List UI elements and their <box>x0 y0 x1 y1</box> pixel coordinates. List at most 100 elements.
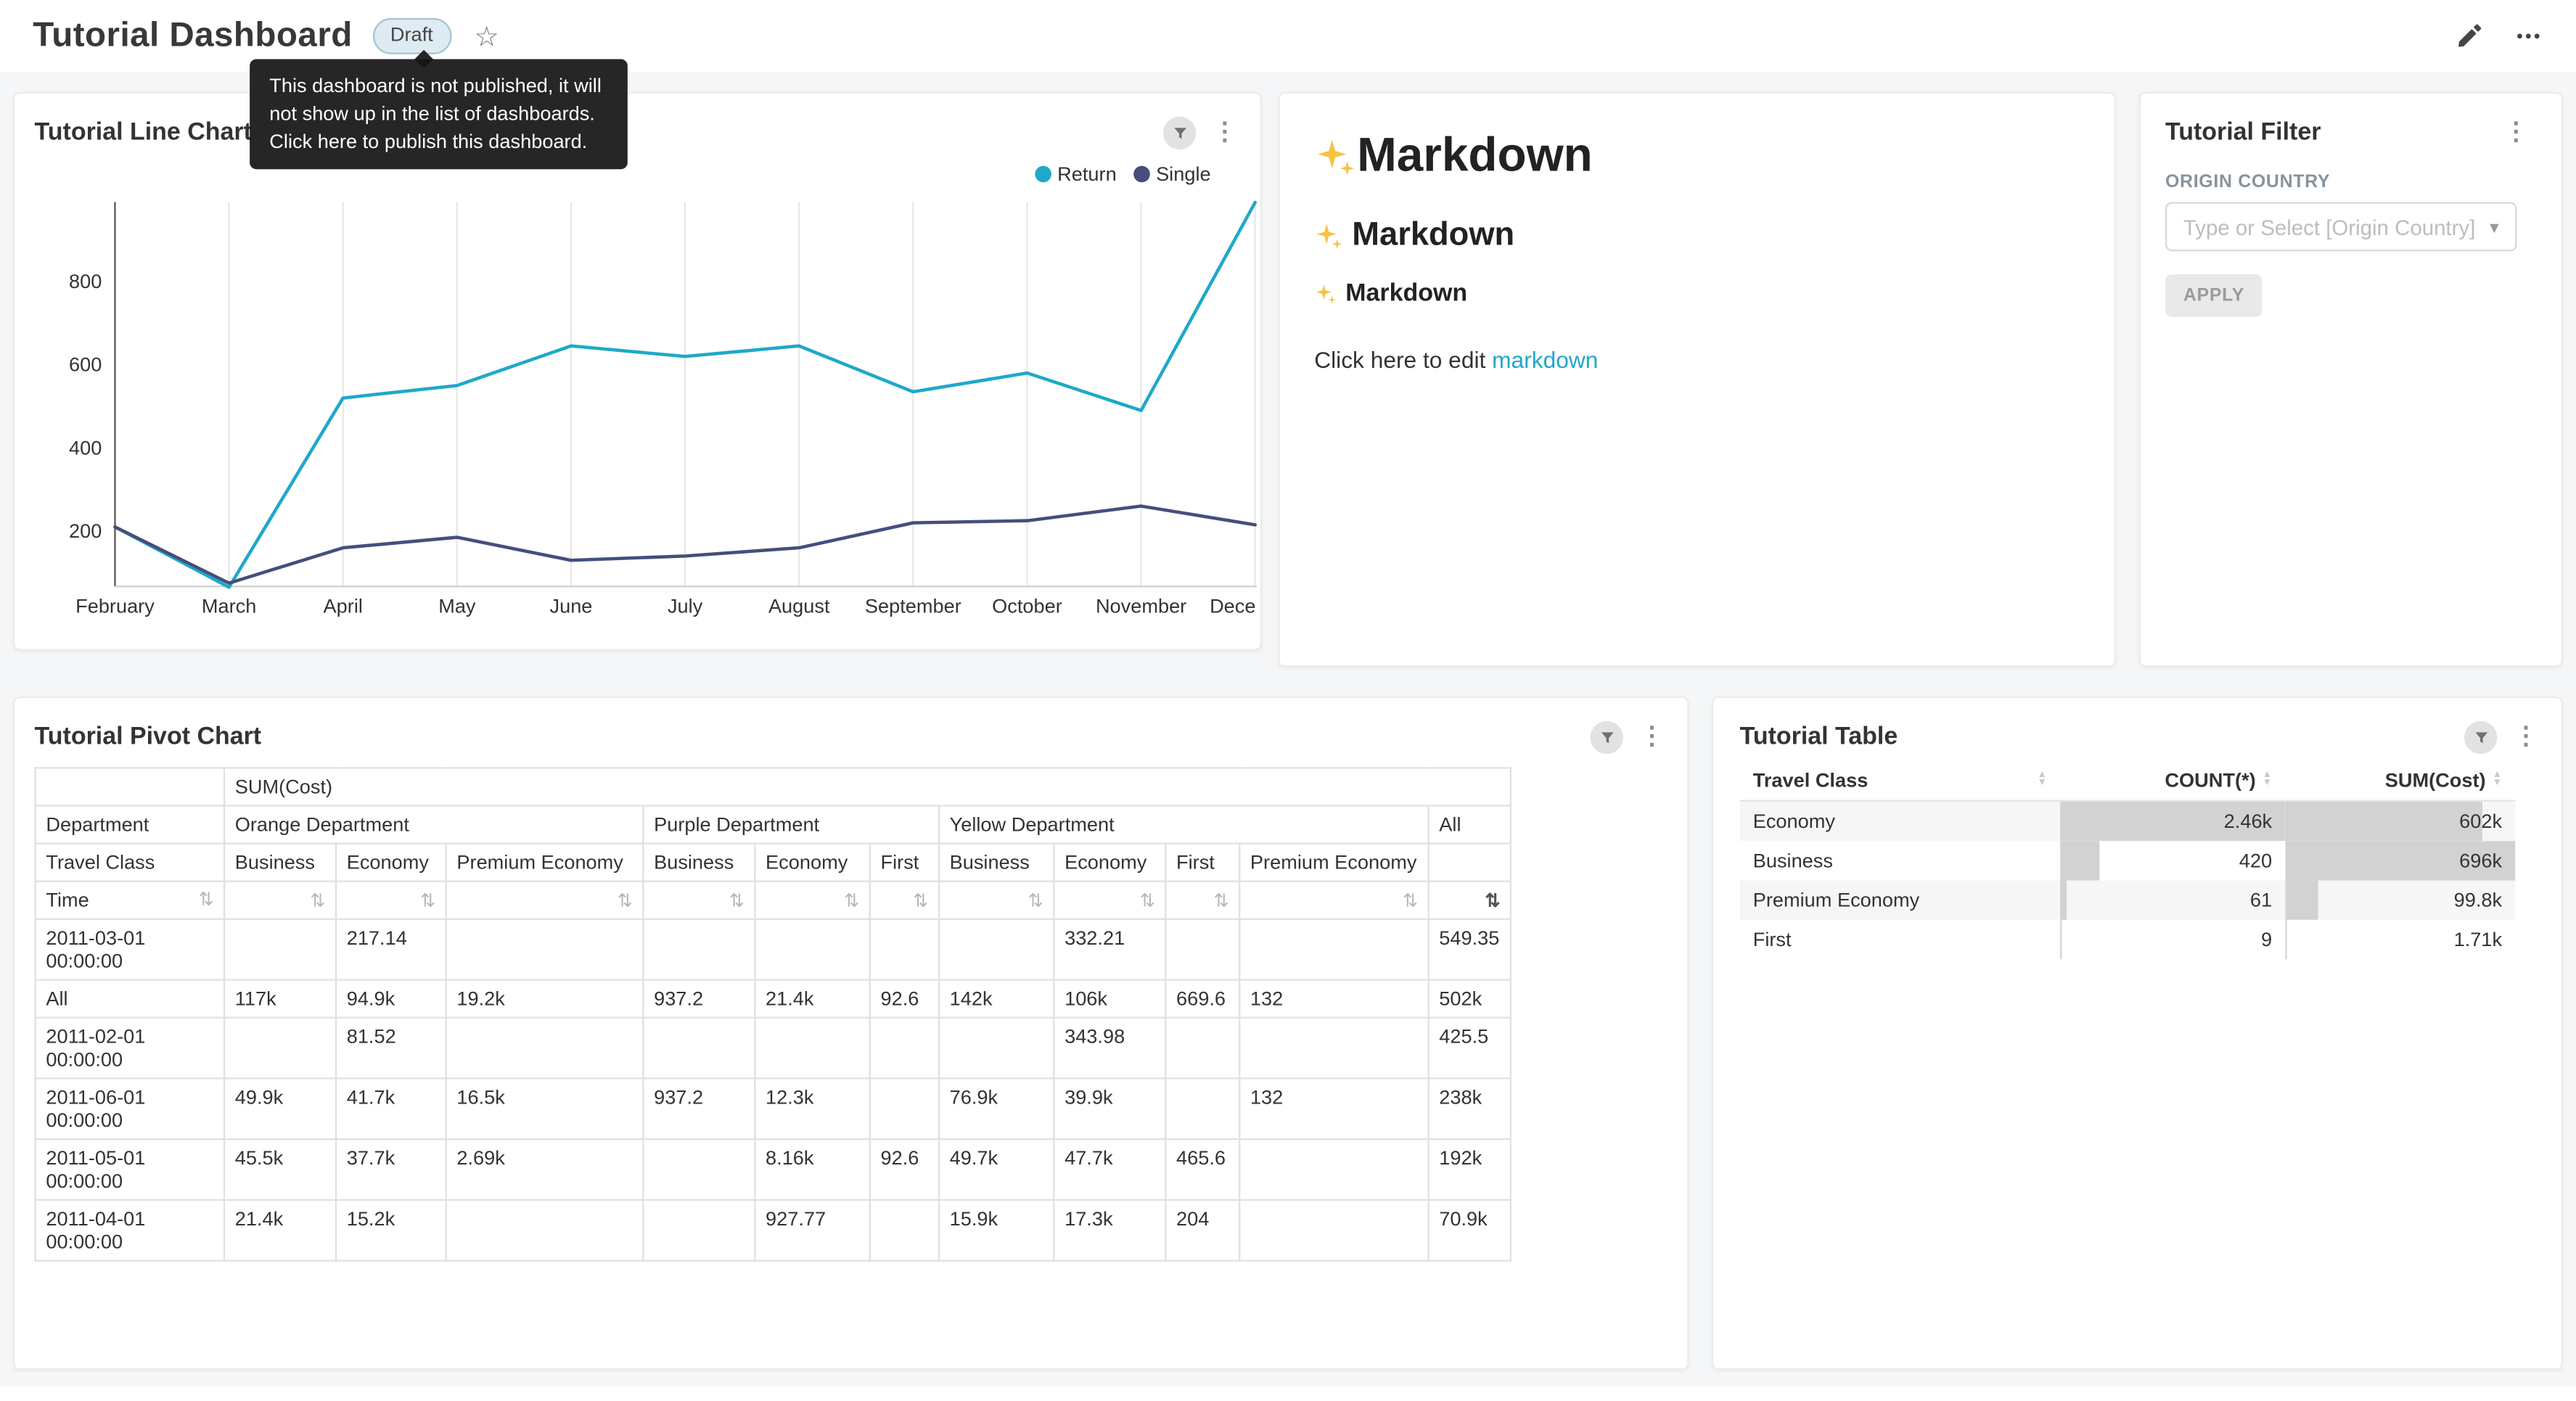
sort-arrows-icon[interactable]: ⇅ <box>1028 892 1043 911</box>
svg-text:February: February <box>75 594 155 617</box>
pivot-cell: 21.4k <box>755 979 869 1017</box>
svg-text:200: 200 <box>69 519 102 542</box>
draft-badge[interactable]: Draft <box>372 18 451 54</box>
sort-arrows-icon[interactable]: ⇅ <box>729 892 745 911</box>
data-table: Travel Class▲▼COUNT(*)▲▼SUM(Cost)▲▼Econo… <box>1740 760 2516 959</box>
count-value-bar <box>2060 841 2099 880</box>
pivot-cell: 41.7k <box>336 1078 446 1139</box>
count-cell: 61 <box>2060 881 2285 920</box>
pivot-cell: 8.16k <box>755 1139 869 1200</box>
pivot-col-dim2-label: Travel Class <box>36 844 224 882</box>
table-row: First91.71k <box>1740 920 2516 959</box>
sum-cell: 696k <box>2285 841 2515 880</box>
pivot-sort-cell: ⇅ <box>870 882 939 919</box>
filter-funnel-icon[interactable] <box>1163 117 1196 149</box>
pivot-row-label: 2011-02-01 00:00:00 <box>36 1018 224 1079</box>
pivot-cell <box>939 919 1054 980</box>
legend-item[interactable]: Return <box>1034 163 1116 186</box>
pivot-cell: 15.2k <box>336 1200 446 1261</box>
pivot-row-label: 2011-05-01 00:00:00 <box>36 1139 224 1200</box>
markdown-heading-1: Markdown <box>1314 130 2081 184</box>
line-chart: 200400600800FebruaryMarchAprilMayJuneJul… <box>25 160 1257 636</box>
pivot-cell: 132 <box>1239 979 1428 1017</box>
pivot-cell: 502k <box>1429 979 1511 1017</box>
pivot-class-header: Business <box>939 844 1054 882</box>
sum-value-bar <box>2285 881 2317 920</box>
column-header-count[interactable]: COUNT(*)▲▼ <box>2060 760 2285 800</box>
chart-legend: Return Single <box>1034 163 1210 186</box>
filter-funnel-icon[interactable] <box>2464 721 2497 754</box>
pivot-cell: 76.9k <box>939 1078 1054 1139</box>
pivot-cell <box>870 919 939 980</box>
pivot-row: 2011-04-01 00:00:0021.4k15.2k927.7715.9k… <box>36 1200 1511 1261</box>
sort-arrows-icon[interactable]: ⇅ <box>913 892 928 911</box>
pivot-group-header: Yellow Department <box>939 806 1429 844</box>
apply-button[interactable]: APPLY <box>2165 274 2263 317</box>
sort-arrows-icon[interactable]: ⇅ <box>844 892 859 911</box>
pivot-cell: 204 <box>1165 1200 1239 1261</box>
kebab-menu-icon[interactable]: ⋮ <box>1640 721 1665 754</box>
pivot-cell <box>643 919 755 980</box>
ellipsis-menu-icon[interactable] <box>2514 21 2543 51</box>
pivot-cell: 19.2k <box>446 979 644 1017</box>
pivot-class-header: Economy <box>755 844 869 882</box>
card-header: Tutorial Filter ⋮ <box>2141 94 2561 149</box>
pivot-cell <box>1239 919 1428 980</box>
sort-arrows-icon[interactable]: ⇅ <box>310 892 325 911</box>
column-header-sum[interactable]: SUM(Cost)▲▼ <box>2285 760 2515 800</box>
edit-pencil-icon[interactable] <box>2454 21 2484 51</box>
pivot-cell: 16.5k <box>446 1078 644 1139</box>
table-row: Economy2.46k602k <box>1740 801 2516 841</box>
markdown-heading-3: Markdown <box>1314 280 2081 308</box>
filter-funnel-icon[interactable] <box>1591 721 1623 754</box>
pivot-sort-cell: ⇅ <box>643 882 755 919</box>
pivot-blank-cell <box>36 768 224 805</box>
pivot-row: 2011-05-01 00:00:0045.5k37.7k2.69k8.16k9… <box>36 1139 1511 1200</box>
pivot-cell: 117k <box>224 979 336 1017</box>
pivot-sort-cell: ⇅ <box>1165 882 1239 919</box>
kebab-menu-icon[interactable]: ⋮ <box>1213 117 1237 149</box>
travel-class-cell: Premium Economy <box>1740 881 2060 920</box>
markdown-footer: Click here to edit markdown <box>1314 347 2081 373</box>
sparkles-icon <box>1314 136 1357 178</box>
sort-arrows-icon[interactable]: ⇅ <box>1214 892 1229 911</box>
pivot-group-header: Orange Department <box>224 806 643 844</box>
line-chart-card: Tutorial Line Chart ⋮ ReturnSingle 20040… <box>13 92 1262 651</box>
svg-text:March: March <box>202 594 256 617</box>
pivot-chart-card: Tutorial Pivot Chart ⋮ SUM(Cost)Departme… <box>13 697 1689 1370</box>
kebab-menu-icon[interactable]: ⋮ <box>2514 721 2538 754</box>
sort-arrows-icon[interactable]: ⇅ <box>1485 892 1501 911</box>
markdown-edit-link[interactable]: markdown <box>1492 347 1598 373</box>
pivot-cell: 937.2 <box>643 1078 755 1139</box>
pivot-group-header: All <box>1429 806 1511 844</box>
sort-arrows-icon[interactable]: ⇅ <box>1403 892 1418 911</box>
pivot-sort-cell: ⇅ <box>336 882 446 919</box>
publish-tooltip[interactable]: This dashboard is not published, it will… <box>250 59 628 170</box>
pivot-cell: 47.7k <box>1054 1139 1165 1200</box>
favorite-star-icon[interactable]: ☆ <box>474 22 499 50</box>
pivot-col-dim-label: Department <box>36 806 224 844</box>
pivot-cell: 332.21 <box>1054 919 1165 980</box>
pivot-cell <box>870 1200 939 1261</box>
legend-item[interactable]: Single <box>1133 163 1210 186</box>
sort-arrows-icon[interactable]: ⇅ <box>618 892 633 911</box>
pivot-class-header: Economy <box>336 844 446 882</box>
svg-text:November: November <box>1096 594 1186 617</box>
kebab-menu-icon[interactable]: ⋮ <box>2503 117 2528 149</box>
pivot-cell: 927.77 <box>755 1200 869 1261</box>
pivot-class-header: Premium Economy <box>446 844 644 882</box>
pivot-class-header <box>1429 844 1511 882</box>
filter-card: Tutorial Filter ⋮ ORIGIN COUNTRY Type or… <box>2139 92 2563 667</box>
pivot-cell <box>755 919 869 980</box>
sort-arrows-icon[interactable]: ⇅ <box>420 892 435 911</box>
pivot-cell: 217.14 <box>336 919 446 980</box>
column-header-travel-class[interactable]: Travel Class▲▼ <box>1740 760 2060 800</box>
pivot-metric-label: SUM(Cost) <box>224 768 1511 805</box>
pivot-cell: 49.7k <box>939 1139 1054 1200</box>
origin-country-select[interactable]: Type or Select [Origin Country] ▾ <box>2165 202 2517 251</box>
pivot-cell <box>643 1200 755 1261</box>
sort-arrows-icon[interactable]: ⇅ <box>1140 892 1155 911</box>
markdown-card[interactable]: Markdown Markdown Markdown Click here to… <box>1278 92 2116 667</box>
pivot-cell <box>939 1018 1054 1079</box>
sort-arrows-icon[interactable]: ⇅ <box>198 891 213 909</box>
